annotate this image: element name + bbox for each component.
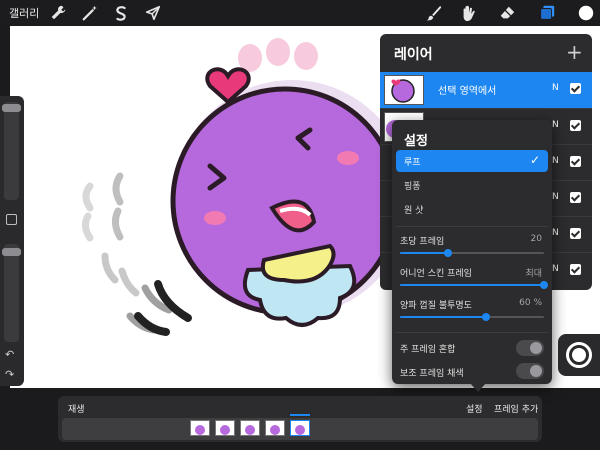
brush-size-thumb[interactable]: [2, 104, 21, 112]
onion-frames-value: 최대: [525, 269, 542, 279]
layer-visibility-checkbox[interactable]: [570, 228, 581, 239]
frame-thumbnail[interactable]: [190, 420, 210, 436]
undo-icon[interactable]: ↶: [5, 348, 14, 361]
popover-arrow: [470, 383, 486, 392]
color-secondary-toggle[interactable]: [516, 363, 544, 379]
layer-blend-mode[interactable]: N: [552, 228, 559, 238]
frame-thumbnail-current[interactable]: [290, 420, 310, 436]
frame-strip[interactable]: [62, 418, 538, 440]
eraser-icon[interactable]: [497, 3, 517, 23]
fps-slider[interactable]: [400, 249, 544, 257]
mode-label: 핑퐁: [404, 182, 421, 192]
opacity-slider[interactable]: [2, 244, 21, 342]
animation-settings-popover: 설정 루프 ✓ 핑퐁 원 샷 초당 프레임 20 어니언 스킨 프레임 최대 양…: [392, 120, 552, 384]
add-frame-button[interactable]: 프레임 추가: [494, 402, 538, 415]
left-sidebar: ↶ ↷: [0, 96, 24, 386]
onion-frames-slider-knob[interactable]: [540, 281, 548, 289]
top-toolbar: 갤러리: [0, 0, 600, 26]
mode-label: 원 샷: [404, 206, 424, 216]
onion-frames-slider[interactable]: [400, 281, 548, 289]
layer-blend-mode[interactable]: N: [552, 156, 559, 166]
frame-thumbnail[interactable]: [215, 420, 235, 436]
divider: [396, 332, 548, 333]
color-secondary-label: 보조 프레임 채색: [400, 369, 464, 379]
layer-name: 선택 영역에서: [438, 86, 497, 97]
onion-opacity-slider-knob[interactable]: [482, 313, 491, 321]
layer-visibility-checkbox[interactable]: [570, 264, 581, 275]
brush-size-slider[interactable]: [2, 102, 21, 200]
blend-primary-toggle[interactable]: [516, 340, 544, 356]
fps-slider-knob[interactable]: [443, 249, 452, 257]
frame-thumbnail[interactable]: [240, 420, 260, 436]
layer-blend-mode[interactable]: N: [552, 120, 559, 130]
layer-visibility-checkbox[interactable]: [570, 192, 581, 203]
quick-color-panel: [558, 334, 600, 376]
layers-title: 레이어: [394, 47, 433, 63]
mode-ping-pong[interactable]: 핑퐁: [396, 174, 548, 196]
current-frame-indicator: [290, 414, 310, 416]
fps-slider-fill: [400, 252, 448, 254]
brush-icon[interactable]: [424, 3, 444, 23]
onion-frames-label: 어니언 스킨 프레임: [400, 269, 472, 279]
onion-opacity-label: 양파 껍질 불투명도: [400, 301, 472, 311]
wrench-icon[interactable]: [48, 3, 68, 23]
layer-visibility-checkbox[interactable]: [570, 156, 581, 167]
selection-s-icon[interactable]: [111, 3, 131, 23]
fps-value: 20: [530, 234, 542, 244]
onion-opacity-slider[interactable]: [400, 313, 544, 321]
mode-loop[interactable]: 루프 ✓: [396, 150, 548, 172]
layer-blend-mode[interactable]: N: [552, 264, 559, 274]
settings-title: 설정: [404, 134, 428, 149]
frame-thumbnail[interactable]: [265, 420, 285, 436]
onion-frames-slider-fill: [400, 284, 544, 286]
layer-blend-mode[interactable]: N: [552, 83, 559, 93]
checkmark-icon: ✓: [529, 153, 540, 167]
color-puck-button[interactable]: [566, 342, 592, 368]
smudge-icon[interactable]: [459, 3, 479, 23]
mode-one-shot[interactable]: 원 샷: [396, 198, 548, 220]
layer-visibility-checkbox[interactable]: [570, 120, 581, 131]
play-button[interactable]: 재생: [68, 402, 85, 415]
gallery-button[interactable]: 갤러리: [9, 5, 39, 21]
layer-blend-mode[interactable]: N: [552, 192, 559, 202]
onion-opacity-slider-fill: [400, 316, 487, 318]
mode-label: 루프: [404, 158, 421, 168]
layers-icon[interactable]: [537, 3, 557, 23]
redo-icon[interactable]: ↷: [5, 368, 14, 381]
fps-label: 초당 프레임: [400, 237, 445, 247]
transform-arrow-icon[interactable]: [143, 3, 163, 23]
opacity-thumb[interactable]: [2, 248, 21, 256]
layer-visibility-checkbox[interactable]: [570, 83, 581, 94]
divider: [396, 226, 548, 227]
layer-thumbnail: [384, 75, 424, 105]
plus-icon[interactable]: +: [566, 40, 583, 64]
onion-opacity-value: 60 %: [519, 298, 542, 308]
blend-primary-label: 주 프레임 혼합: [400, 345, 456, 355]
animation-timeline: 재생 설정 프레임 추가: [58, 396, 542, 442]
magic-wand-icon[interactable]: [80, 3, 100, 23]
layer-row[interactable]: 선택 영역에서 N: [380, 72, 592, 108]
timeline-settings-button[interactable]: 설정: [466, 402, 483, 415]
modify-button[interactable]: [6, 214, 17, 225]
color-disc-icon[interactable]: [576, 3, 596, 23]
